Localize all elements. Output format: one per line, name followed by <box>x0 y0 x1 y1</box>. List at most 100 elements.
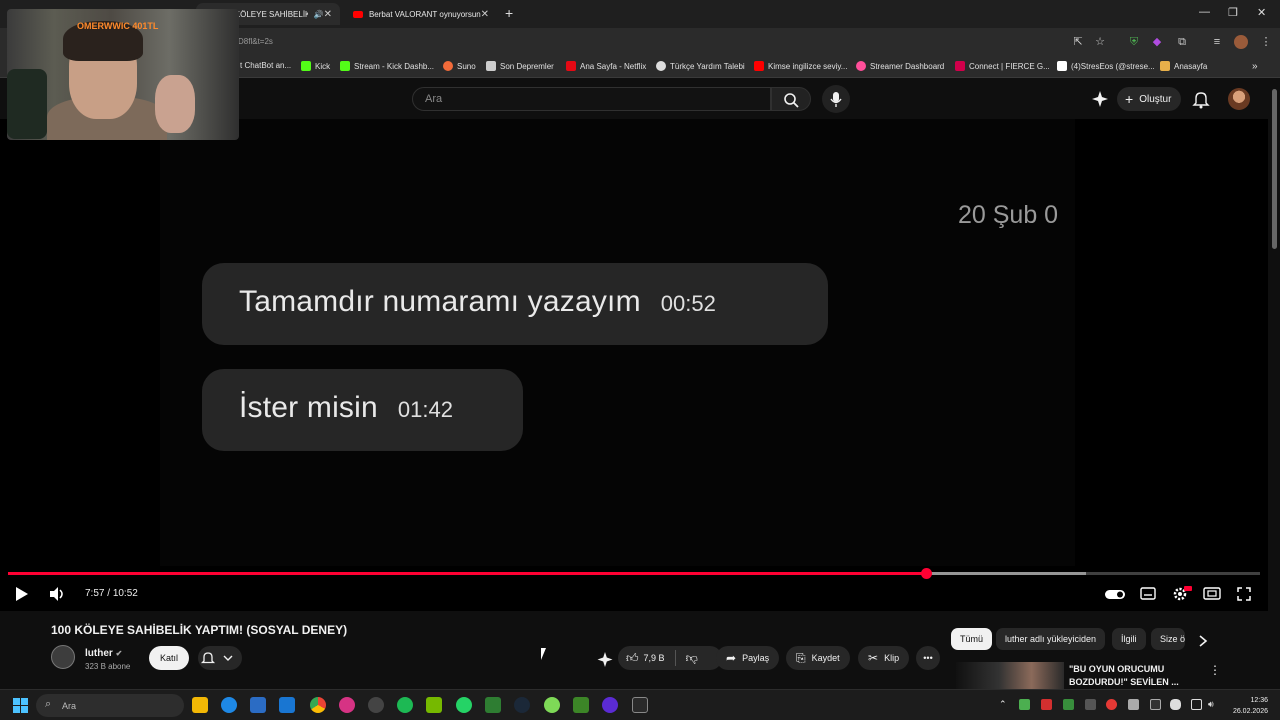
minimize-icon[interactable]: — <box>1199 6 1210 18</box>
volume-icon[interactable]: 🔊︎ <box>1208 699 1219 710</box>
streaming-app-icon[interactable] <box>485 697 501 713</box>
bookmark-fierce[interactable]: Connect | FIERCE G... <box>955 61 1050 71</box>
channel-avatar[interactable] <box>51 645 75 669</box>
microphone-icon <box>830 92 842 107</box>
app-eyes-icon[interactable] <box>544 697 560 713</box>
profile-icon[interactable] <box>1234 35 1248 49</box>
minecraft-icon[interactable] <box>573 697 589 713</box>
tray-app-icon[interactable] <box>1019 699 1030 710</box>
steam-icon[interactable] <box>514 697 530 713</box>
channel-name[interactable]: luther ✔ <box>85 648 122 659</box>
menu-kebab-icon[interactable]: ⋮ <box>1259 35 1273 49</box>
close-tab-icon[interactable]: ✕ <box>324 9 332 20</box>
chevron-right-icon[interactable] <box>1196 633 1210 649</box>
extension-twitch-icon[interactable]: ◆ <box>1150 35 1164 49</box>
progress-bar[interactable] <box>8 568 1260 579</box>
edge-icon[interactable] <box>221 697 237 713</box>
settings-gear-icon[interactable] <box>1171 585 1193 603</box>
fullscreen-icon[interactable] <box>1235 585 1253 603</box>
windows-start-icon[interactable] <box>13 698 29 714</box>
voice-search-button[interactable] <box>822 85 850 113</box>
account-avatar[interactable] <box>1228 88 1250 110</box>
speaker-icon[interactable]: 🔊 <box>314 10 324 19</box>
clip-button[interactable]: ✂ Klip <box>858 646 910 670</box>
close-window-icon[interactable]: ✕ <box>1257 6 1266 19</box>
chip-related[interactable]: İlgili <box>1112 628 1146 650</box>
tray-app-icon[interactable] <box>1106 699 1117 710</box>
recommendation-title[interactable]: "BU OYUN ORUCUMU BOZDURDU!" SEVİLEN ... <box>1069 663 1199 689</box>
tray-app-icon[interactable] <box>1041 699 1052 710</box>
tray-app-icon[interactable] <box>1128 699 1139 710</box>
maximize-icon[interactable]: ❐ <box>1228 6 1238 19</box>
chip-all[interactable]: Tümü <box>951 628 993 650</box>
bookmark-kick[interactable]: Kick <box>301 61 330 71</box>
share-button[interactable]: ➦ Paylaş <box>716 646 780 670</box>
bookmark-youtube-video[interactable]: Kimse ingilizce seviy... <box>754 61 847 71</box>
chat-message-time: 00:52 <box>660 291 716 316</box>
bookmark-star-icon[interactable]: ☆ <box>1093 35 1107 49</box>
autoplay-toggle-icon[interactable] <box>1104 585 1126 603</box>
install-icon[interactable]: ⇱ <box>1071 35 1085 49</box>
bookmark-suno[interactable]: Suno <box>443 61 476 71</box>
nvidia-icon[interactable] <box>426 697 442 713</box>
bookmark-son-depremler[interactable]: Son Depremler <box>486 61 554 71</box>
bookmark-chatbot[interactable]: t ChatBot an... <box>240 61 291 70</box>
bookmark-kick-dashboard[interactable]: Stream - Kick Dashb... <box>340 61 434 71</box>
whatsapp-icon[interactable] <box>456 697 472 713</box>
more-actions-button[interactable]: ••• <box>916 646 940 670</box>
page-scrollbar[interactable] <box>1269 79 1280 689</box>
extension-shield-icon[interactable]: ⛨ <box>1127 35 1141 49</box>
taskbar-clock[interactable]: 12:36 26.02.2026 <box>1228 695 1268 717</box>
search-input[interactable]: Ara <box>412 87 771 111</box>
bookmarks-overflow-icon[interactable]: » <box>1252 61 1258 72</box>
theater-mode-icon[interactable] <box>1203 585 1221 603</box>
chip-from-uploader[interactable]: luther adlı yükleyiciden <box>996 628 1106 650</box>
tab-valorant-video[interactable]: Berbat VALORANT oynuyorsun ✕ <box>345 3 497 25</box>
extensions-puzzle-icon[interactable]: ⧉ <box>1175 35 1189 49</box>
save-button[interactable]: ⎘ Kaydet <box>786 646 850 670</box>
search-button[interactable] <box>771 87 811 111</box>
video-player[interactable]: 20 Şub 0 Tamamdır numaramı yazayım 00:52… <box>0 119 1268 611</box>
app-icon[interactable] <box>368 697 384 713</box>
bookmark-netflix[interactable]: Ana Sayfa - Netflix <box>566 61 646 71</box>
circle-app-icon[interactable] <box>602 697 618 713</box>
bookmark-tiktok[interactable]: (4)StresEos (@strese... <box>1057 61 1155 71</box>
store-icon[interactable] <box>250 697 266 713</box>
url-field[interactable]: D8fl&t=2s <box>238 37 273 46</box>
spotify-icon[interactable] <box>397 697 413 713</box>
subtitles-icon[interactable] <box>1139 585 1157 603</box>
opera-icon[interactable] <box>339 697 355 713</box>
file-explorer-icon[interactable] <box>192 697 208 713</box>
subscription-bell-button[interactable] <box>198 646 242 670</box>
reading-list-icon[interactable]: ≡ <box>1210 35 1224 49</box>
notifications-bell-icon[interactable] <box>1191 89 1211 109</box>
scrubber-handle[interactable] <box>921 568 933 579</box>
chrome-icon[interactable] <box>310 697 326 713</box>
taskbar-search[interactable]: ⌕ Ara <box>36 694 184 717</box>
bookmark-streamer-dashboard[interactable]: Streamer Dashboard <box>856 61 944 71</box>
epic-games-icon[interactable] <box>632 697 648 713</box>
bookmark-yardim[interactable]: Türkçe Yardım Talebi <box>656 61 745 71</box>
play-icon[interactable] <box>14 585 30 603</box>
tray-app-icon[interactable] <box>1063 699 1074 710</box>
microphone-icon[interactable] <box>1170 699 1181 710</box>
close-tab-icon[interactable]: ✕ <box>481 9 489 20</box>
mail-icon[interactable] <box>279 697 295 713</box>
tray-app-icon[interactable] <box>1150 699 1161 710</box>
scrollbar-thumb[interactable] <box>1272 89 1277 249</box>
display-icon[interactable] <box>1191 699 1202 710</box>
volume-icon[interactable] <box>48 585 66 603</box>
like-button[interactable]: 👍︎ 7,9 B <box>626 651 665 666</box>
gemini-sparkle-icon[interactable] <box>1090 89 1110 109</box>
dislike-button[interactable]: 👎︎ <box>686 651 698 666</box>
join-button[interactable]: Katıl <box>149 646 189 670</box>
new-tab-button[interactable]: + <box>505 5 513 21</box>
chip-for-you[interactable]: Size öze <box>1151 628 1185 650</box>
ask-sparkle-icon[interactable] <box>596 651 614 669</box>
recommendation-thumbnail[interactable] <box>956 662 1064 690</box>
recommendation-menu-icon[interactable]: ⋮ <box>1209 663 1221 677</box>
bookmark-anasayfa[interactable]: Anasayfa <box>1160 61 1207 71</box>
tray-app-icon[interactable] <box>1085 699 1096 710</box>
tray-overflow-icon[interactable]: ⌃ <box>999 699 1010 710</box>
create-button[interactable]: + Oluştur <box>1117 87 1181 111</box>
